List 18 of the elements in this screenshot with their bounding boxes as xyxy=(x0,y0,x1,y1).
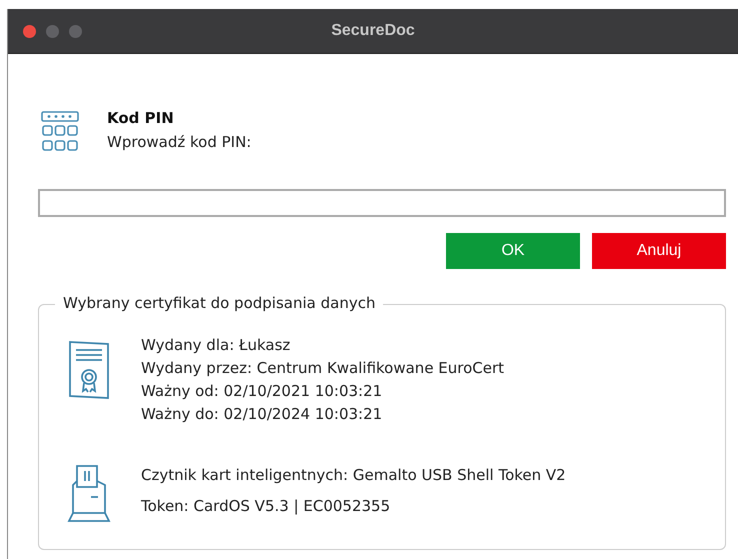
dialog-heading: Kod PIN xyxy=(107,109,175,127)
detail-text: Token: CardOS V5.3 | EC0052355 xyxy=(141,496,392,517)
detail-text: Ważny do: 02/10/2024 10:03:21 xyxy=(141,404,384,425)
pin-field[interactable] xyxy=(38,189,726,217)
window-title: SecureDoc xyxy=(331,22,415,40)
group-legend: Wybrany certyfikat do podpisania danych xyxy=(55,294,384,312)
close-button[interactable] xyxy=(23,24,36,38)
detail-text: Wydany dla: Łukasz xyxy=(141,335,292,356)
detail-text: Wydany przez: Centrum Kwalifikowane EuroCert xyxy=(141,358,504,379)
certificate-icon xyxy=(67,339,111,401)
card-reader-icon xyxy=(67,463,111,525)
detail-text: Ważny od: 02/10/2021 10:03:21 xyxy=(141,381,384,402)
zoom-button[interactable] xyxy=(69,24,82,38)
cancel-button[interactable]: Anuluj xyxy=(592,233,726,269)
pin-prompt: Wprowadź kod PIN: xyxy=(107,133,252,151)
minimize-button[interactable] xyxy=(46,24,59,38)
detail-text: Czytnik kart inteligentnych: Gemalto USB Shell Token V2 xyxy=(141,465,566,486)
ok-button[interactable]: OK xyxy=(446,233,580,269)
